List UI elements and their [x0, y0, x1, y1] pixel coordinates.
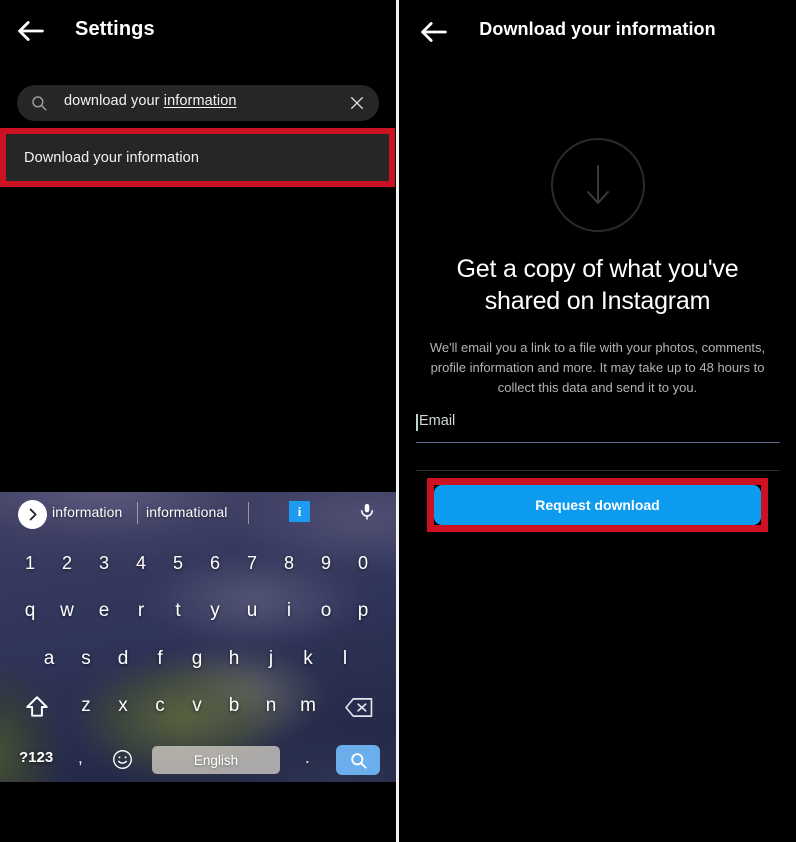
- system-navbar: [0, 782, 396, 842]
- key-t[interactable]: t: [175, 600, 180, 622]
- request-download-button[interactable]: Request download: [434, 485, 761, 525]
- search-icon: [30, 94, 48, 112]
- key-o[interactable]: o: [321, 600, 332, 622]
- key-l[interactable]: l: [343, 648, 347, 670]
- microphone-icon[interactable]: [358, 500, 376, 523]
- emoji-smiley-icon[interactable]: [112, 749, 133, 770]
- key-0[interactable]: 0: [358, 553, 368, 574]
- key-n[interactable]: n: [266, 695, 277, 717]
- symbols-key[interactable]: ?123: [19, 749, 53, 766]
- shift-up-icon[interactable]: [23, 694, 51, 720]
- key-d[interactable]: d: [118, 648, 129, 670]
- key-b[interactable]: b: [229, 695, 240, 717]
- key-5[interactable]: 5: [173, 553, 183, 574]
- suggestion-divider: [137, 502, 138, 524]
- suggestion-divider: [248, 502, 249, 524]
- request-download-highlight: Request download: [427, 478, 768, 532]
- keyboard-row-bottom: zxcvbnm: [0, 695, 396, 723]
- email-field-placeholder: Email: [419, 413, 456, 429]
- suggestion-item[interactable]: information: [52, 504, 122, 520]
- key-y[interactable]: y: [210, 600, 220, 622]
- key-s[interactable]: s: [81, 648, 91, 670]
- suggestion-strip: information informational: [0, 492, 396, 536]
- key-v[interactable]: v: [192, 695, 202, 717]
- key-e[interactable]: e: [99, 600, 110, 622]
- page-heading: Get a copy of what you've shared on Inst…: [456, 255, 739, 315]
- period-key[interactable]: .: [305, 748, 310, 768]
- search-enter-key[interactable]: [336, 745, 380, 775]
- key-3[interactable]: 3: [99, 553, 109, 574]
- keyboard-row-home: asdfghjkl: [0, 648, 396, 676]
- info-badge-icon[interactable]: i: [289, 501, 310, 522]
- key-c[interactable]: c: [155, 695, 165, 717]
- email-field-underline: [416, 441, 780, 443]
- search-value-plain: download your: [64, 93, 164, 109]
- key-7[interactable]: 7: [247, 553, 257, 574]
- key-j[interactable]: j: [269, 648, 273, 670]
- download-information-screen: Download your information Get a copy of …: [399, 0, 796, 842]
- key-z[interactable]: z: [81, 695, 91, 717]
- suggestion-item[interactable]: informational: [146, 504, 227, 520]
- chevron-right-icon[interactable]: [18, 500, 47, 529]
- key-g[interactable]: g: [192, 648, 203, 670]
- page-title: Settings: [75, 18, 155, 40]
- key-x[interactable]: x: [118, 695, 128, 717]
- page-subtext: We'll email you a link to a file with yo…: [429, 340, 766, 395]
- screenshot-root: Settings download your information Downl…: [0, 0, 796, 842]
- key-i[interactable]: i: [287, 600, 291, 622]
- search-input-value: download your information: [64, 93, 237, 109]
- key-a[interactable]: a: [44, 648, 55, 670]
- settings-screen: Settings download your information Downl…: [0, 0, 396, 842]
- settings-header: Settings: [0, 0, 396, 62]
- list-item[interactable]: Download your information: [6, 134, 389, 181]
- close-icon[interactable]: [349, 95, 365, 111]
- search-result-highlight: Download your information: [0, 128, 395, 187]
- keyboard-row-numbers: 1 2 3 4 5 6 7 8 9 0: [0, 553, 396, 581]
- key-m[interactable]: m: [300, 695, 316, 717]
- key-k[interactable]: k: [303, 648, 313, 670]
- key-h[interactable]: h: [229, 648, 240, 670]
- search-input[interactable]: download your information: [17, 85, 379, 121]
- space-key[interactable]: English: [152, 746, 280, 774]
- download-header: Download your information: [399, 0, 796, 62]
- space-key-label: English: [193, 752, 239, 768]
- download-arrow-circle-icon: [550, 138, 645, 232]
- search-value-composing: information: [163, 93, 237, 109]
- key-r[interactable]: r: [138, 600, 144, 622]
- text-caret: [416, 414, 418, 431]
- key-u[interactable]: u: [247, 600, 258, 622]
- list-item-label: Download your information: [24, 149, 199, 166]
- key-f[interactable]: f: [157, 648, 162, 670]
- download-arrow-icon: [581, 162, 615, 208]
- section-divider: [416, 470, 780, 471]
- back-arrow-icon[interactable]: [14, 14, 48, 48]
- key-p[interactable]: p: [358, 600, 369, 622]
- key-2[interactable]: 2: [62, 553, 72, 574]
- key-1[interactable]: 1: [25, 553, 35, 574]
- key-8[interactable]: 8: [284, 553, 294, 574]
- key-q[interactable]: q: [25, 600, 36, 622]
- key-4[interactable]: 4: [136, 553, 146, 574]
- keyboard-row-top: qwertyuiop: [0, 600, 396, 628]
- key-6[interactable]: 6: [210, 553, 220, 574]
- backspace-icon[interactable]: [344, 696, 374, 719]
- comma-key[interactable]: ,: [78, 748, 83, 768]
- key-9[interactable]: 9: [321, 553, 331, 574]
- email-field[interactable]: Email: [416, 412, 780, 448]
- page-title: Download your information: [479, 19, 716, 39]
- key-w[interactable]: w: [60, 600, 74, 622]
